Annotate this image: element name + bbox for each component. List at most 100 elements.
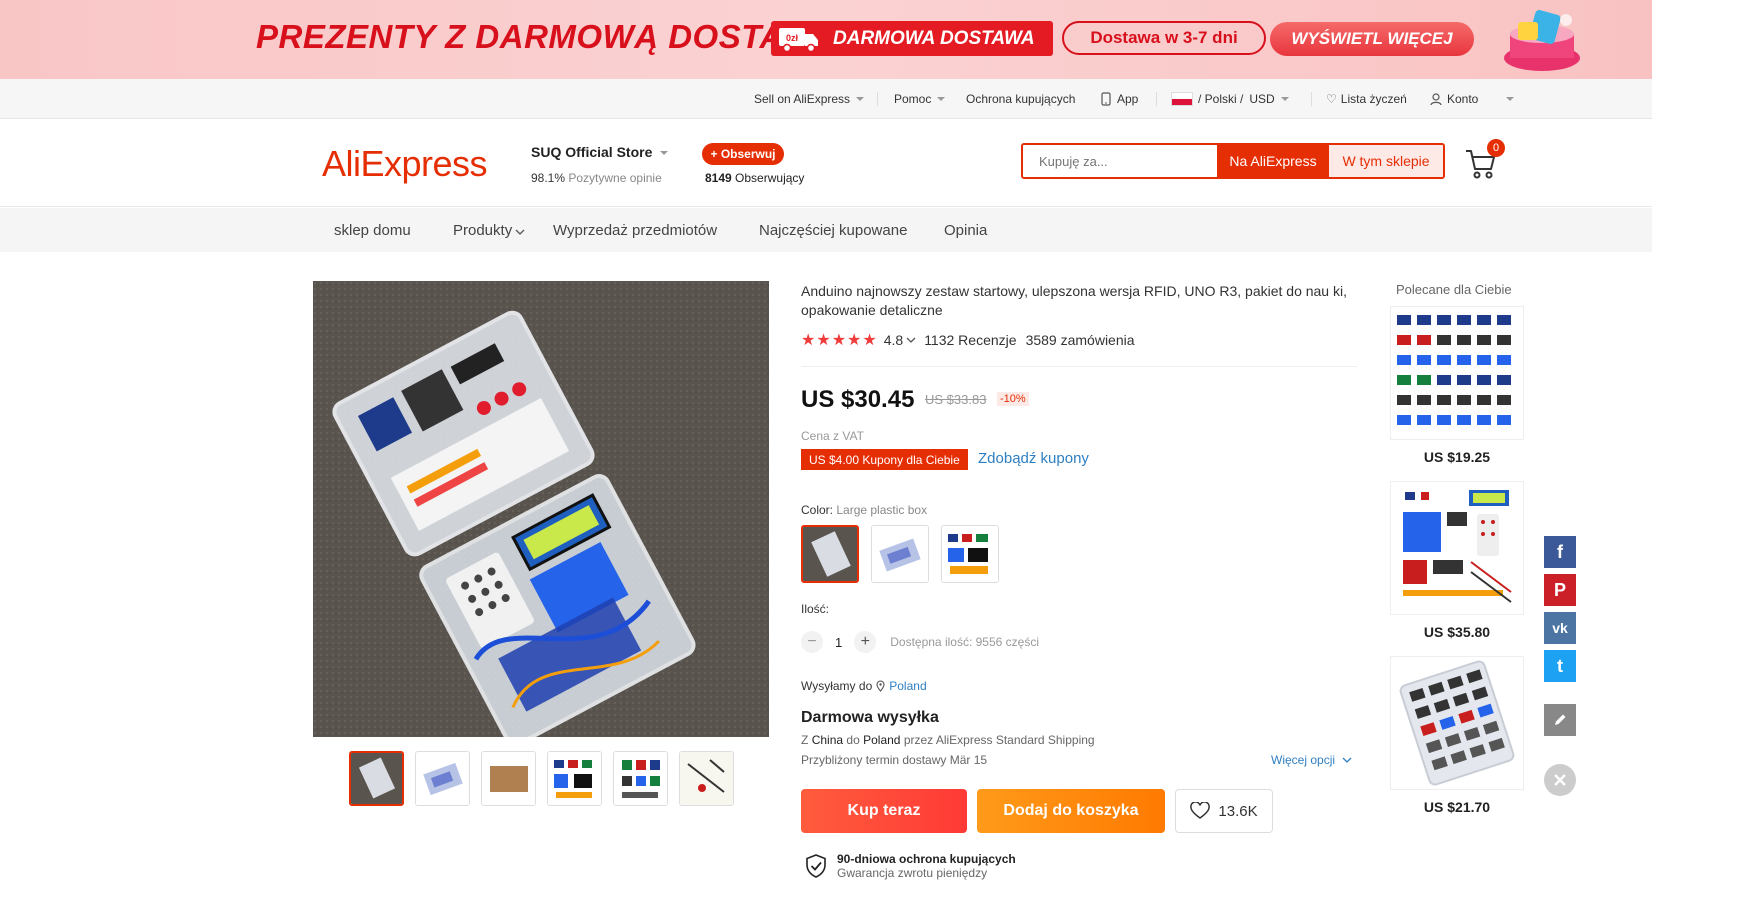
store-rating: 98.1% Pozytywne opinie [531, 171, 662, 185]
sell-on-aliexpress-link[interactable]: Sell on AliExpress [754, 79, 865, 119]
quantity-value[interactable]: 1 [835, 635, 842, 650]
thumbnail[interactable] [349, 751, 404, 806]
search-input[interactable] [1023, 145, 1217, 177]
product-main-image[interactable] [313, 281, 769, 737]
location-pin-icon [876, 680, 885, 692]
facebook-share-button[interactable]: f [1544, 536, 1576, 568]
chevron-down-icon [856, 97, 865, 101]
vat-note: Cena z VAT [801, 429, 864, 443]
recommended-image[interactable] [1390, 306, 1524, 440]
edit-button[interactable] [1544, 704, 1576, 736]
followers-count: 8149 Obserwujący [705, 171, 805, 185]
chevron-down-icon [1342, 757, 1352, 763]
buyer-protection-link[interactable]: Ochrona kupujących [966, 79, 1075, 119]
thumbnail[interactable] [613, 751, 668, 806]
top-utility-bar: Sell on AliExpress Pomoc Ochrona kupując… [0, 79, 1652, 119]
wishlist-link[interactable]: ♡ Lista życzeń [1326, 79, 1407, 119]
available-quantity: Dostępna ilość: 9556 części [890, 635, 1039, 649]
nav-item-bestsellers[interactable]: Najczęściej kupowane [759, 208, 907, 252]
twitter-share-button[interactable]: t [1544, 650, 1576, 682]
recommended-item[interactable]: US $19.25 [1390, 306, 1524, 465]
svg-text:0zł: 0zł [786, 33, 799, 43]
ship-to: Wysyłamy do Poland [801, 679, 927, 693]
close-share-button[interactable] [1544, 764, 1576, 796]
twitter-icon: t [1557, 655, 1563, 676]
truck-icon: 0zł [771, 21, 827, 56]
chevron-down-icon [515, 229, 525, 235]
get-coupons-link[interactable]: Zdobądź kupony [978, 450, 1089, 467]
aliexpress-logo[interactable]: AliExpress [322, 143, 488, 185]
shield-check-icon [806, 854, 826, 878]
quantity-label: Ilość: [801, 602, 830, 616]
color-swatches [801, 525, 999, 583]
account-link[interactable]: Konto [1430, 79, 1478, 119]
cart-button[interactable]: 0 [1464, 139, 1505, 179]
phone-icon [1101, 92, 1111, 106]
heart-icon: ♡ [1326, 92, 1337, 106]
help-link[interactable]: Pomoc [894, 79, 946, 119]
color-swatch[interactable] [871, 525, 929, 583]
nav-item-reviews[interactable]: Opinia [944, 208, 987, 252]
divider [877, 92, 878, 106]
buy-now-button[interactable]: Kup teraz [801, 789, 967, 833]
pinterest-share-button[interactable]: P [1544, 574, 1576, 606]
follow-button[interactable]: + Obserwuj [702, 143, 784, 165]
recommended-price: US $19.25 [1423, 449, 1491, 465]
recommended-image[interactable] [1390, 481, 1524, 615]
promo-headline: PREZENTY Z DARMOWĄ DOSTAWĄ [256, 18, 838, 55]
account-menu-toggle[interactable] [1500, 79, 1514, 119]
store-name[interactable]: SUQ Official Store [531, 144, 669, 160]
search-store-button[interactable]: W tym sklepie [1329, 145, 1443, 177]
user-icon [1430, 92, 1442, 105]
nav-item-home[interactable]: sklep domu [334, 208, 411, 252]
protection-subtitle: Gwarancja zwrotu pieniędzy [837, 866, 988, 880]
color-label: Color: Large plastic box [801, 503, 928, 517]
free-shipping-title: Darmowa wysyłka [801, 709, 939, 726]
ship-to-country[interactable]: Poland [889, 679, 926, 693]
free-delivery-badge: 0zł DARMOWA DOSTAWA [771, 21, 1053, 56]
color-swatch[interactable] [801, 525, 859, 583]
recommended-item[interactable]: US $21.70 [1390, 656, 1524, 815]
locale-selector[interactable]: / Polski / USD [1171, 79, 1289, 119]
close-icon [1554, 774, 1566, 786]
chevron-down-icon [1280, 97, 1289, 101]
wishlist-button[interactable]: 13.6K [1175, 789, 1273, 833]
thumbnail[interactable] [415, 751, 470, 806]
store-nav: sklep domu Produkty Wyprzedaż przedmiotó… [0, 208, 1652, 252]
thumbnail[interactable] [481, 751, 536, 806]
thumbnail-strip [349, 751, 734, 806]
promo-banner[interactable]: PREZENTY Z DARMOWĄ DOSTAWĄ 0zł DARMOWA D… [0, 0, 1652, 79]
thumbnail[interactable] [547, 751, 602, 806]
recommended-image[interactable] [1390, 656, 1524, 790]
original-price: US $33.83 [925, 392, 987, 407]
chevron-down-icon [906, 337, 916, 343]
more-options-link[interactable]: Więcej opcji [1271, 753, 1352, 767]
app-link[interactable]: App [1101, 79, 1138, 119]
heart-icon [1190, 802, 1211, 819]
show-more-button[interactable]: WYŚWIETL WIĘCEJ [1270, 22, 1474, 56]
vk-share-button[interactable]: vk [1544, 612, 1576, 644]
divider [1311, 92, 1312, 106]
coupon-tag[interactable]: US $4.00 Kupony dla Ciebie [801, 449, 968, 470]
orders-count: 3589 zamówienia [1025, 332, 1135, 348]
free-delivery-text: DARMOWA DOSTAWA [833, 27, 1035, 49]
pencil-icon [1555, 714, 1566, 725]
store-header: AliExpress SUQ Official Store 98.1% Pozy… [0, 119, 1652, 207]
rating-value[interactable]: 4.8 [884, 332, 903, 348]
quantity-stepper: − 1 + Dostępna ilość: 9556 części [801, 630, 1039, 654]
search-aliexpress-button[interactable]: Na AliExpress [1217, 145, 1329, 177]
divider [1156, 92, 1157, 106]
divider [801, 366, 1357, 367]
color-swatch[interactable] [941, 525, 999, 583]
nav-item-sale[interactable]: Wyprzedaż przedmiotów [553, 208, 717, 252]
increase-quantity-button[interactable]: + [854, 631, 877, 653]
recommended-item[interactable]: US $35.80 [1390, 481, 1524, 640]
reviews-count[interactable]: 1132 Recenzje [924, 332, 1016, 348]
chevron-down-icon [660, 151, 669, 156]
rating-row: ★★★★★ 4.8 1132 Recenzje 3589 zamówienia [801, 331, 1135, 349]
pinterest-icon: P [1553, 579, 1566, 600]
add-to-cart-button[interactable]: Dodaj do koszyka [977, 789, 1165, 833]
nav-item-products[interactable]: Produkty [453, 208, 525, 252]
thumbnail[interactable] [679, 751, 734, 806]
decrease-quantity-button[interactable]: − [801, 631, 823, 653]
